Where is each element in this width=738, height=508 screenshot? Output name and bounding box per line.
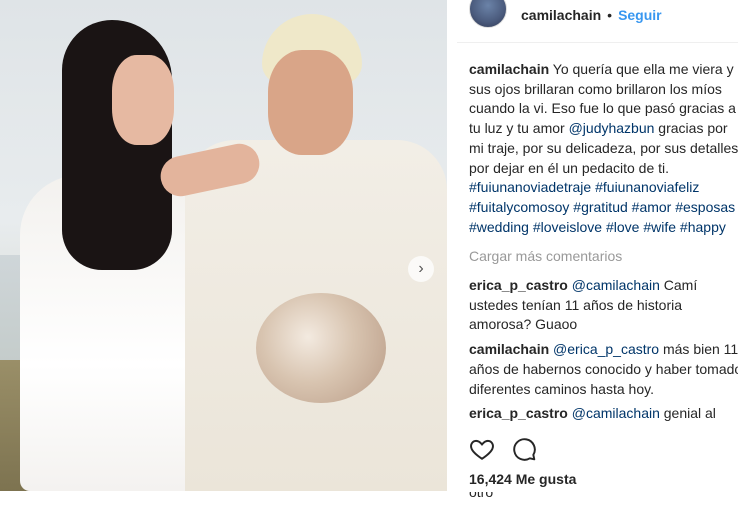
hashtag[interactable]: #wedding <box>469 219 529 235</box>
comment-item: erica_p_castro @camilachain Camí ustedes… <box>469 276 738 335</box>
hashtag[interactable]: #amor <box>632 199 672 215</box>
chevron-right-icon[interactable]: › <box>408 256 434 282</box>
post-header: camilachain • Seguir <box>469 0 662 30</box>
hashtag[interactable]: #gratitud <box>573 199 627 215</box>
caption: camilachain Yo quería que ella me viera … <box>469 60 738 237</box>
header-username[interactable]: camilachain <box>521 7 601 23</box>
caption-username[interactable]: camilachain <box>469 61 549 77</box>
comment-mention[interactable]: @camilachain <box>572 405 660 421</box>
hashtag[interactable]: #fuiunanoviafeliz <box>595 179 699 195</box>
hashtag[interactable]: #love <box>606 219 639 235</box>
photo-partner-face <box>268 50 353 155</box>
header-divider <box>457 42 738 43</box>
hashtag[interactable]: #wife <box>643 219 676 235</box>
post-side-panel: camilachain • Seguir camilachain Yo quer… <box>457 0 738 500</box>
comment-username[interactable]: erica_p_castro <box>469 277 568 293</box>
comment-item: camilachain @erica_p_castro más bien 11 … <box>469 340 738 399</box>
caption-mention[interactable]: @judyhazbun <box>569 120 655 136</box>
comment-username[interactable]: erica_p_castro <box>469 405 568 421</box>
hashtag[interactable]: #fuitalycomosoy <box>469 199 569 215</box>
hashtag[interactable]: #esposas <box>675 199 735 215</box>
hashtag[interactable]: #loveislove <box>533 219 602 235</box>
photo-bouquet <box>256 293 386 403</box>
avatar[interactable] <box>469 0 507 28</box>
photo-bride-face <box>112 55 174 145</box>
post-actions-bar: 16,424 Me gusta <box>457 428 738 492</box>
load-more-comments-button[interactable]: Cargar más comentarios <box>469 247 738 267</box>
follow-button[interactable]: Seguir <box>618 7 662 23</box>
comment-mention[interactable]: @erica_p_castro <box>553 341 659 357</box>
heart-icon[interactable] <box>469 436 495 462</box>
post-photo[interactable]: › <box>0 0 447 491</box>
comment-mention[interactable]: @camilachain <box>572 277 660 293</box>
header-separator: • <box>607 7 613 23</box>
hashtag[interactable]: #fuiunanoviadetraje <box>469 179 591 195</box>
comment-icon[interactable] <box>511 436 537 462</box>
likes-count[interactable]: 16,424 Me gusta <box>469 471 576 487</box>
comment-username[interactable]: camilachain <box>469 341 549 357</box>
hashtag[interactable]: #happy <box>680 219 726 235</box>
